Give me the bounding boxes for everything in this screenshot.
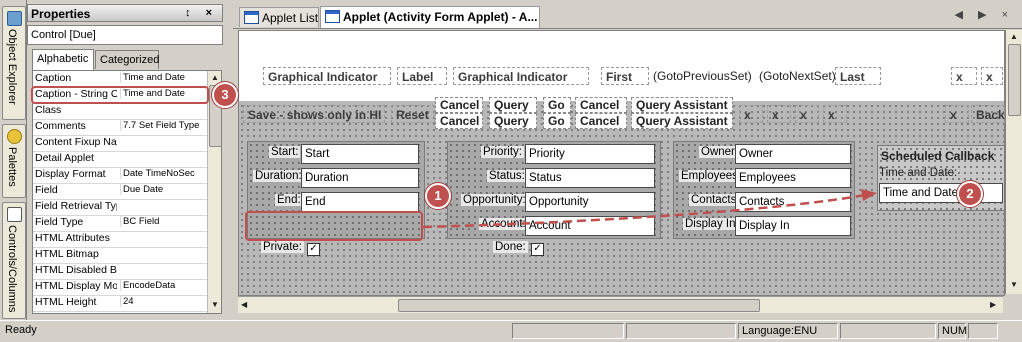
callout-badge: 2 — [957, 181, 983, 207]
canvas-horizontal-scrollbar[interactable]: ◀ ▶ — [238, 296, 1003, 313]
property-name: Content Fixup Nam — [35, 136, 117, 148]
applet-icon — [244, 11, 259, 24]
tab-activity-form-applet-label: Applet (Activity Form Applet) - A... — [343, 10, 538, 24]
tab-palettes[interactable]: Palettes — [2, 124, 26, 198]
properties-title-bar: Properties ↕ × — [27, 4, 223, 22]
left-tab-strip: Object Explorer Palettes Controls/Column… — [0, 0, 27, 320]
status-pane — [968, 323, 998, 339]
object-explorer-icon — [7, 11, 22, 26]
tab-controls-columns-label: Controls/Columns — [6, 225, 18, 313]
property-row[interactable]: HTML Disabled B — [33, 263, 207, 280]
property-row[interactable]: HTML Display Mo EncodeData — [33, 279, 207, 296]
property-name: Detail Applet — [35, 152, 94, 164]
property-value[interactable]: 7.7 Set Field Type — [120, 120, 211, 131]
canvas-vertical-scrollbar[interactable]: ▲ ▼ — [1005, 30, 1022, 294]
property-name: HTML Height — [35, 296, 97, 308]
language-indicator: Language:ENU — [738, 323, 838, 339]
scroll-up-icon[interactable]: ▲ — [211, 73, 219, 82]
property-name: Field Retrieval Typ — [35, 200, 117, 212]
palettes-icon — [7, 129, 22, 144]
property-value[interactable]: BC Field — [120, 216, 211, 227]
caption-string-highlight — [31, 86, 209, 104]
property-name: Class — [35, 104, 62, 116]
tab-palettes-label: Palettes — [6, 147, 18, 187]
property-value[interactable]: Due Date — [120, 184, 211, 195]
callout-badge: 1 — [425, 183, 451, 209]
property-row[interactable]: HTML Attributes — [33, 231, 207, 248]
property-value[interactable]: Date TimeNoSec — [120, 168, 211, 179]
property-name: HTML Display Mo — [35, 280, 117, 292]
num-lock-indicator: NUM — [938, 323, 967, 339]
property-row[interactable]: Content Fixup Nam — [33, 135, 207, 152]
tab-applet-list[interactable]: Applet List — [239, 7, 319, 27]
property-row[interactable]: Comments 7.7 Set Field Type — [33, 119, 207, 136]
property-row[interactable]: Field Retrieval Typ — [33, 199, 207, 216]
move-arrow-icon — [422, 189, 877, 229]
tab-applet-list-label: Applet List — [262, 11, 319, 25]
status-bar: Ready Language:ENU NUM — [0, 320, 1022, 342]
property-row[interactable]: HTML Height 24 — [33, 295, 207, 312]
pin-close-icon[interactable]: ↕ × — [185, 7, 218, 19]
control-selector[interactable]: Control [Due] — [27, 25, 223, 45]
property-name: HTML Attributes — [35, 232, 110, 244]
property-row[interactable]: Display Format Date TimeNoSec — [33, 167, 207, 184]
property-row[interactable]: Detail Applet — [33, 151, 207, 168]
tab-alphabetic[interactable]: Alphabetic — [32, 49, 94, 70]
property-row[interactable]: Class — [33, 103, 207, 120]
tab-controls-columns[interactable]: Controls/Columns — [2, 202, 26, 319]
tab-object-explorer-label: Object Explorer — [6, 29, 18, 105]
property-name: Display Format — [35, 168, 106, 180]
layout-canvas[interactable]: Graphical Indicator Label Graphical Indi… — [238, 30, 1005, 296]
properties-panel: Properties ↕ × Control [Due] Alphabetic … — [27, 4, 223, 320]
property-row[interactable]: HTML Bitmap — [33, 247, 207, 264]
property-row[interactable]: Field Due Date — [33, 183, 207, 200]
tab-navigation[interactable]: ◀ ▶ × — [955, 8, 1014, 21]
controls-icon — [7, 207, 22, 222]
applet-editor: Applet List Applet (Activity Form Applet… — [233, 4, 1022, 320]
status-pane — [626, 323, 736, 339]
property-name: Comments — [35, 120, 86, 132]
property-grid: Caption Time and Date Caption - String OT… — [32, 70, 222, 314]
scroll-down-icon[interactable]: ▼ — [211, 300, 219, 309]
property-value[interactable]: Time and Date — [120, 72, 211, 83]
status-text: Ready — [5, 324, 37, 336]
scroll-thumb[interactable] — [1008, 44, 1021, 116]
property-name: HTML Bitmap — [35, 248, 99, 260]
property-name: HTML Disabled B — [35, 264, 117, 276]
properties-title: Properties — [31, 7, 91, 21]
tab-categorized[interactable]: Categorized — [95, 50, 159, 69]
property-name: Caption — [35, 72, 72, 84]
tab-activity-form-applet[interactable]: Applet (Activity Form Applet) - A... — [320, 6, 540, 28]
document-tab-bar: Applet List Applet (Activity Form Applet… — [233, 4, 1022, 29]
callout-badge: 3 — [212, 82, 238, 108]
property-name: Field Type — [35, 216, 84, 228]
scroll-down-icon[interactable]: ▼ — [1010, 280, 1018, 289]
property-value[interactable]: EncodeData — [120, 280, 211, 291]
scroll-thumb[interactable] — [398, 299, 760, 312]
status-pane — [840, 323, 936, 339]
property-name: Field — [35, 184, 58, 196]
status-pane — [512, 323, 624, 339]
scroll-right-icon[interactable]: ▶ — [990, 300, 996, 309]
properties-tabs: Alphabetic Categorized — [27, 49, 223, 70]
property-grid-scrollbar[interactable]: ▲ ▼ — [207, 71, 221, 313]
property-value[interactable]: 24 — [120, 296, 211, 307]
tab-object-explorer[interactable]: Object Explorer — [2, 6, 26, 120]
applet-icon — [325, 10, 340, 23]
scroll-up-icon[interactable]: ▲ — [1010, 32, 1018, 41]
property-row[interactable]: Field Type BC Field — [33, 215, 207, 232]
scroll-left-icon[interactable]: ◀ — [241, 300, 247, 309]
